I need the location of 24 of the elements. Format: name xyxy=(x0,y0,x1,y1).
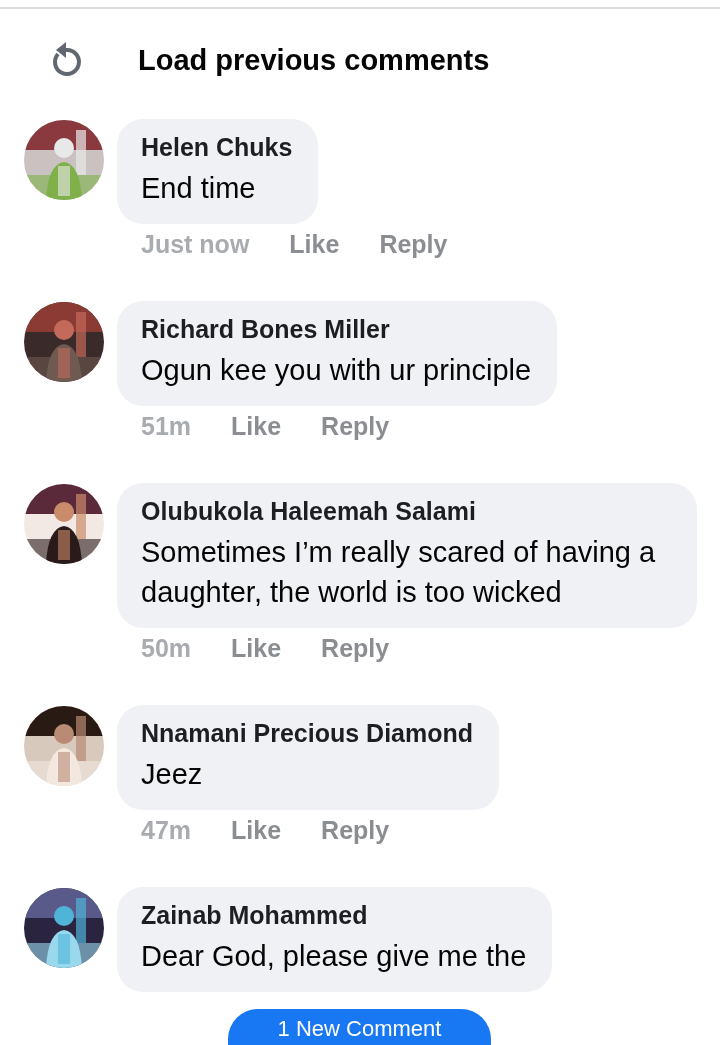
comment-time: 51m xyxy=(141,412,192,441)
comment-time: 47m xyxy=(141,816,192,845)
comment-text: Jeez xyxy=(141,757,204,792)
load-previous-comments-link[interactable]: Load previous comments xyxy=(138,43,490,77)
comment-text: Ogun kee you with ur principle xyxy=(141,353,532,388)
comment-time: 50m xyxy=(141,634,192,663)
reply-link[interactable]: Reply xyxy=(321,634,390,663)
reply-link[interactable]: Reply xyxy=(379,230,448,259)
like-link[interactable]: Like xyxy=(231,634,282,663)
author-name[interactable]: Zainab Mohammed xyxy=(141,901,527,930)
comment-time: Just now xyxy=(141,230,250,259)
like-link[interactable]: Like xyxy=(231,816,282,845)
like-link[interactable]: Like xyxy=(289,230,340,259)
like-link[interactable]: Like xyxy=(231,412,282,441)
reply-link[interactable]: Reply xyxy=(321,816,390,845)
reply-link[interactable]: Reply xyxy=(321,412,390,441)
author-name[interactable]: Helen Chuks xyxy=(141,133,293,162)
author-name[interactable]: Nnamani Precious Diamond xyxy=(141,719,474,748)
comment-text: Sometimes I’m really scared of having a daughter, the world is too wicked xyxy=(141,535,657,610)
comment-text: Dear God, please give me the xyxy=(141,939,527,974)
comment-text: End time xyxy=(141,171,257,206)
author-name[interactable]: Olubukola Haleemah Salami xyxy=(141,497,671,526)
author-name[interactable]: Richard Bones Miller xyxy=(141,315,532,344)
new-comment-button[interactable]: 1 New Comment xyxy=(228,1009,491,1045)
